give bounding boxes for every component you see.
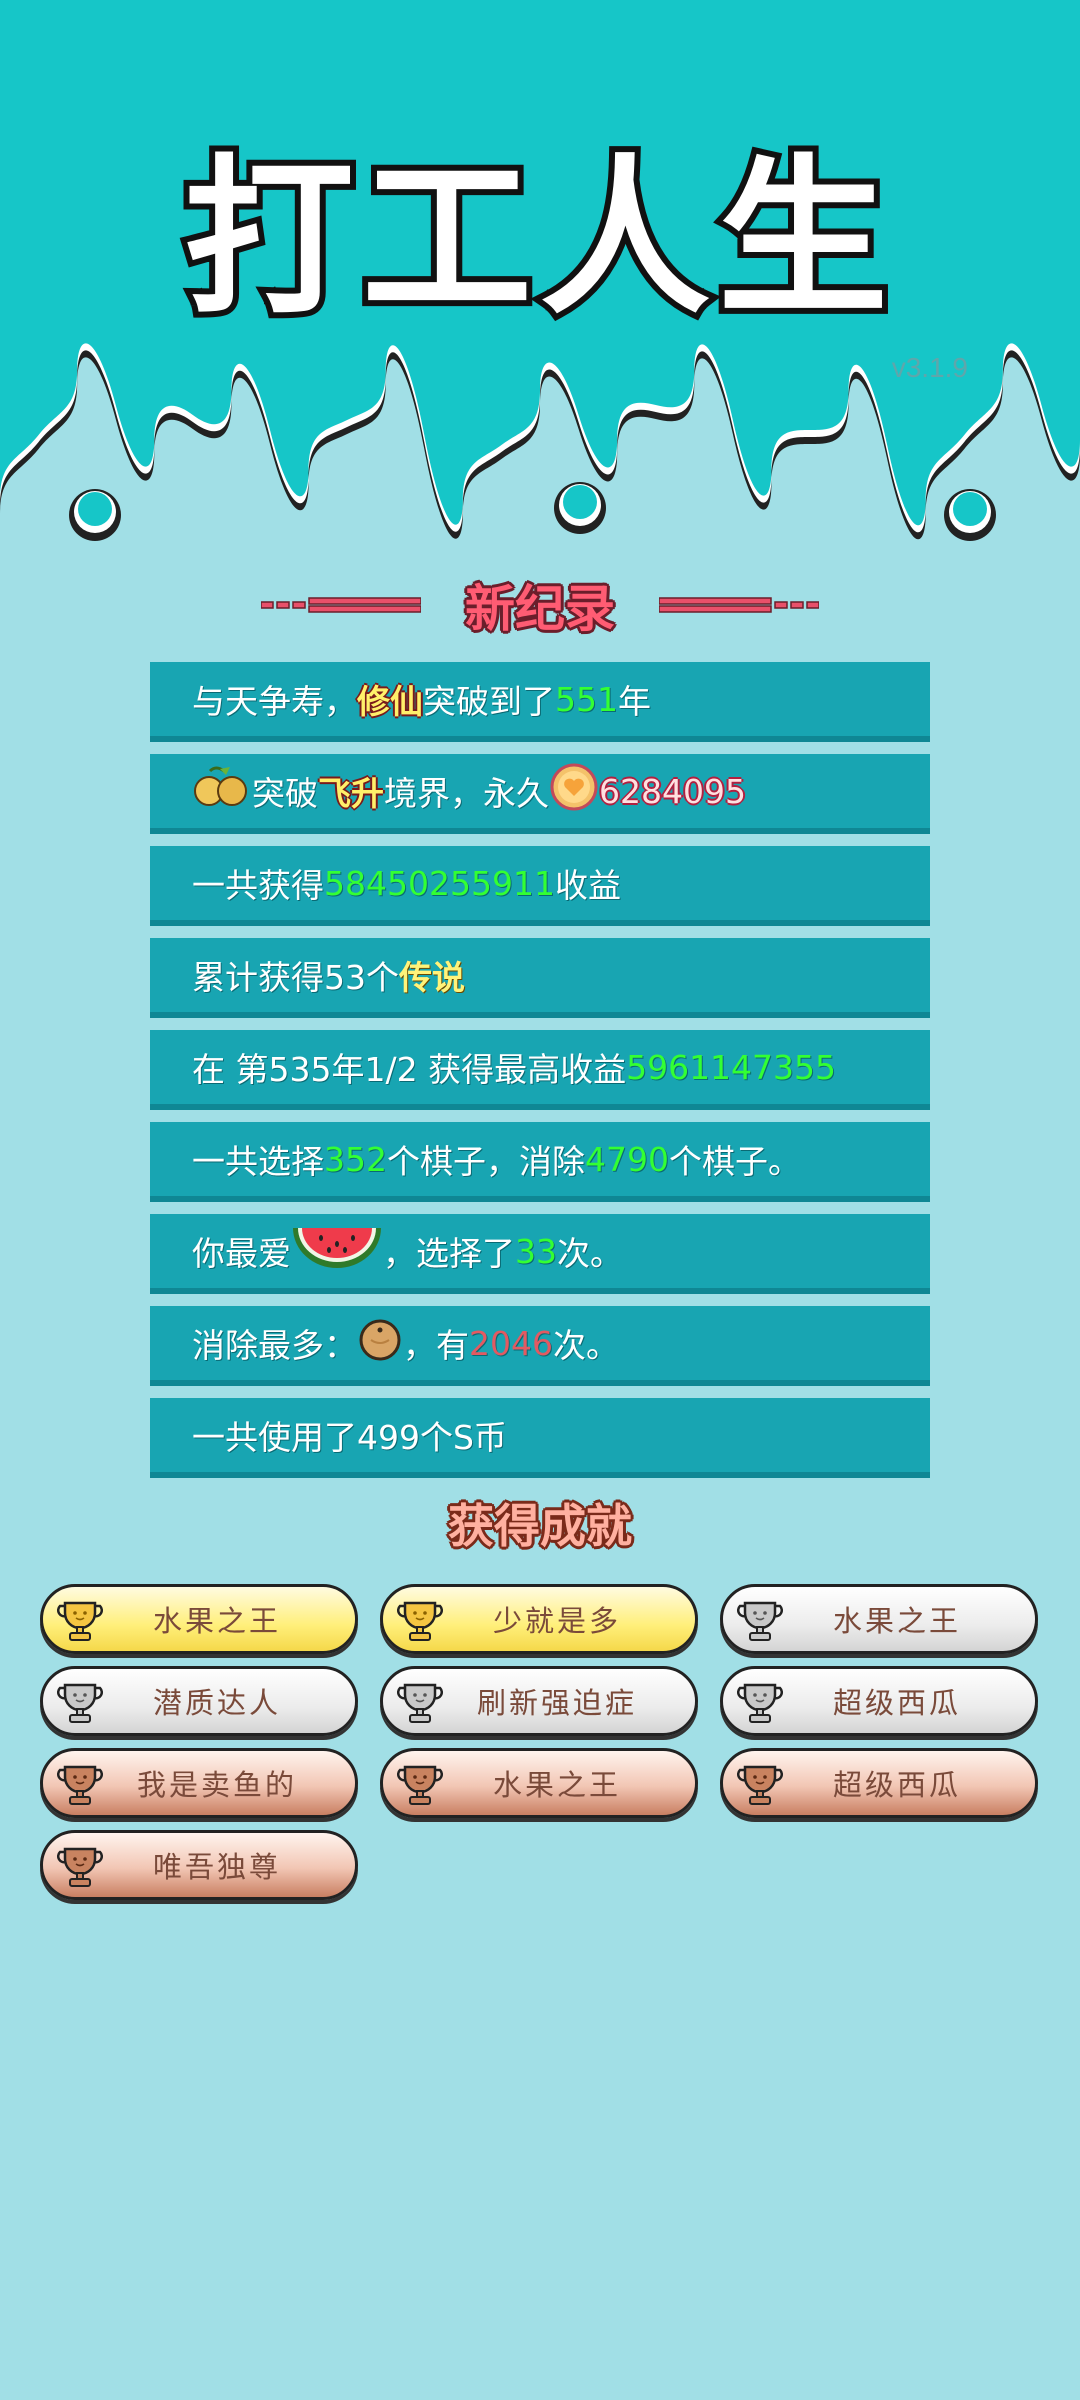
stat-highlight: 352	[324, 1139, 387, 1179]
achievement-badge[interactable]: 少就是多	[380, 1584, 698, 1654]
trophy-icon	[737, 1597, 783, 1643]
stat-highlight: 5961147355	[626, 1047, 837, 1087]
stat-highlight: 6284095	[599, 771, 746, 811]
stat-text: 个棋子。	[668, 1142, 801, 1181]
stat-text: 在 第535年1/2 获得最高收益	[192, 1050, 627, 1089]
stat-highlight: 58450255911	[324, 863, 555, 903]
achievement-label: 潜质达人	[152, 1686, 281, 1720]
trophy-icon	[57, 1761, 103, 1807]
achievement-label: 我是卖鱼的	[136, 1768, 297, 1802]
right-decoration	[659, 595, 819, 615]
achievement-label: 少就是多	[492, 1604, 621, 1638]
orange-icon	[357, 1316, 403, 1370]
stat-highlight: 4790	[585, 1139, 669, 1179]
stat-highlight: 修仙	[357, 682, 423, 721]
stat-row: 你最爱 ，选择了 33 次。	[150, 1214, 930, 1294]
achievement-label: 水果之王	[832, 1604, 961, 1638]
achievement-badge[interactable]: 水果之王	[720, 1584, 1038, 1654]
stat-row: 消除最多： ，有 2046 次。	[150, 1306, 930, 1386]
stat-text: 突破	[252, 774, 318, 813]
record-title: 新纪录	[465, 579, 615, 638]
stat-text: 一共获得	[192, 866, 324, 905]
stat-highlight: 551	[555, 679, 618, 719]
achievement-badge[interactable]: 超级西瓜	[720, 1748, 1038, 1818]
achievement-badge[interactable]: 水果之王	[40, 1584, 358, 1654]
trophy-icon	[57, 1843, 103, 1889]
heart-coin-icon	[549, 762, 599, 820]
achievement-label: 超级西瓜	[832, 1686, 961, 1720]
stat-row: 在 第535年1/2 获得最高收益 5961147355	[150, 1030, 930, 1110]
trophy-icon	[397, 1597, 443, 1643]
stat-row: 一共获得 58450255911 收益	[150, 846, 930, 926]
trophy-icon	[737, 1761, 783, 1807]
stat-row: 累计获得53个 传说	[150, 938, 930, 1018]
stat-text: 次。	[557, 1234, 623, 1273]
trophy-icon	[397, 1679, 443, 1725]
stat-text: 境界，永久	[384, 774, 549, 813]
stat-text: 累计获得53个	[192, 958, 399, 997]
achievement-label: 唯吾独尊	[152, 1850, 281, 1884]
achievement-badge[interactable]: 超级西瓜	[720, 1666, 1038, 1736]
game-title: 打工人生	[178, 134, 896, 344]
stat-text: 个棋子，消除	[387, 1142, 585, 1181]
stat-text: ，选择了	[383, 1234, 515, 1273]
stat-text: 与天争寿，	[192, 682, 357, 721]
stat-row: 一共使用了499个S币	[150, 1398, 930, 1478]
achievement-badge[interactable]: 刷新强迫症	[380, 1666, 698, 1736]
achievement-label: 超级西瓜	[832, 1768, 961, 1802]
stat-highlight: 2046	[469, 1323, 553, 1363]
stat-text: 你最爱	[192, 1234, 291, 1273]
achievement-label: 刷新强迫症	[476, 1686, 637, 1720]
stat-text: 年	[618, 682, 651, 721]
stat-text: 收益	[554, 866, 621, 905]
trophy-icon	[397, 1761, 443, 1807]
stat-highlight: 传说	[399, 958, 465, 997]
stat-highlight: 飞升	[318, 774, 384, 813]
watermelon-icon	[291, 1224, 383, 1278]
achievement-label: 水果之王	[152, 1604, 281, 1638]
achievement-badge[interactable]: 水果之王	[380, 1748, 698, 1818]
version-label: v3.1.9	[891, 352, 968, 383]
stat-highlight: 33	[515, 1231, 557, 1271]
stat-text: 消除最多：	[192, 1326, 357, 1365]
stat-text: 一共选择	[192, 1142, 324, 1181]
left-decoration	[261, 595, 421, 615]
achievement-label: 水果之王	[492, 1768, 621, 1802]
trophy-icon	[737, 1679, 783, 1725]
stat-text: 突破到了	[423, 682, 555, 721]
achievements-heading: 获得成就	[448, 1499, 632, 1553]
stat-row: 突破 飞升 境界，永久 6284095	[150, 754, 930, 834]
pear-icon	[192, 765, 252, 817]
stat-row: 与天争寿， 修仙 突破到了 551 年	[150, 662, 930, 742]
achievement-badge[interactable]: 潜质达人	[40, 1666, 358, 1736]
stat-text: ，有	[403, 1326, 469, 1365]
achievement-badge[interactable]: 我是卖鱼的	[40, 1748, 358, 1818]
stat-row: 一共选择 352 个棋子，消除 4790 个棋子。	[150, 1122, 930, 1202]
record-heading: 新纪录	[0, 572, 1080, 638]
stat-text: 一共使用了499个S币	[192, 1418, 507, 1457]
achievement-badge[interactable]: 唯吾独尊	[40, 1830, 358, 1900]
trophy-icon	[57, 1679, 103, 1725]
stat-text: 次。	[552, 1326, 619, 1365]
trophy-icon	[57, 1597, 103, 1643]
